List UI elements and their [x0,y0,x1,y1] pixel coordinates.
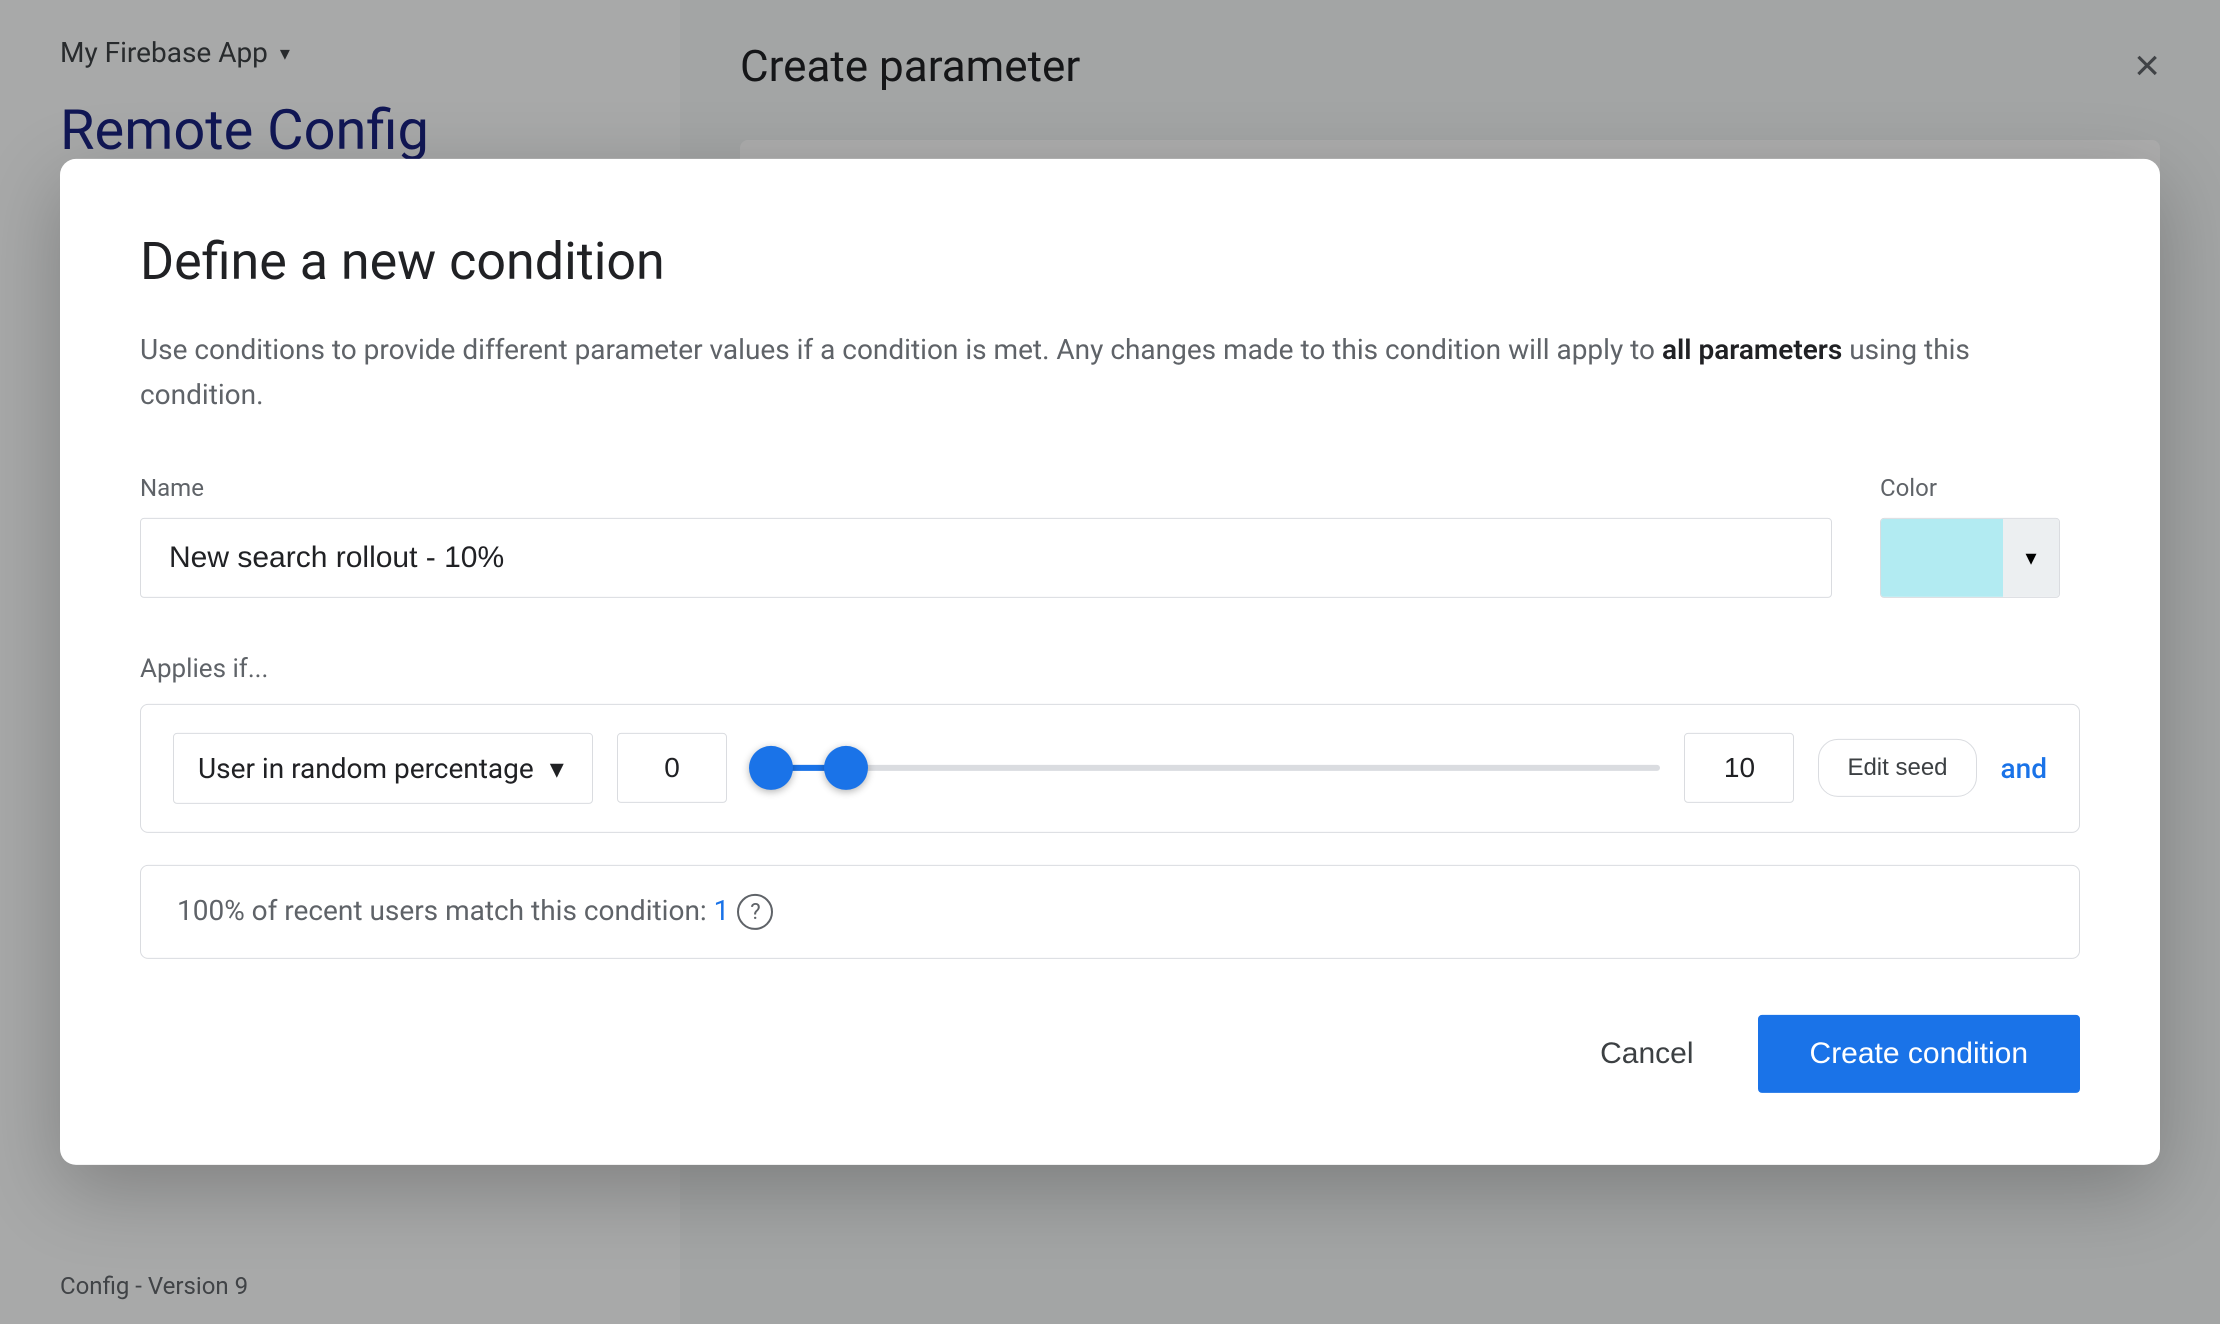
condition-name-label: Name [140,473,1832,501]
percentage-max-input[interactable] [1684,733,1794,803]
match-help-icon[interactable]: ? [737,894,773,930]
condition-type-value: User in random percentage [198,751,534,784]
slider-container [751,740,1660,796]
condition-name-input[interactable] [140,517,1832,597]
match-text: 100% of recent users match this conditio… [177,893,714,926]
define-condition-modal: Define a new condition Use conditions to… [60,159,2160,1165]
match-link[interactable]: 1 [714,893,730,926]
name-color-row: Name Color ▾ [140,473,2080,597]
condition-type-select[interactable]: User in random percentage ▾ [173,732,593,803]
condition-dropdown-arrow: ▾ [550,751,564,784]
condition-color-label: Color [1880,473,2080,501]
modal-footer: Cancel Create condition [140,1015,2080,1093]
condition-row: User in random percentage ▾ 0 Edit seed … [140,703,2080,832]
slider-thumb-right[interactable] [824,746,868,790]
percentage-min-input[interactable]: 0 [617,733,727,803]
applies-if-label: Applies if... [140,653,2080,683]
color-dropdown-button[interactable]: ▾ [2003,518,2059,596]
and-link[interactable]: and [2001,751,2047,784]
modal-desc-part1: Use conditions to provide different para… [140,333,1662,366]
color-swatch [1881,518,2003,596]
match-info-box: 100% of recent users match this conditio… [140,864,2080,959]
slider-thumb-left[interactable] [749,746,793,790]
modal-description: Use conditions to provide different para… [140,328,2080,418]
modal-cancel-button[interactable]: Cancel [1568,1017,1725,1091]
condition-color-field: Color ▾ [1880,473,2080,597]
color-picker[interactable]: ▾ [1880,517,2060,597]
modal-create-button[interactable]: Create condition [1758,1015,2080,1093]
modal-desc-bold: all parameters [1662,333,1842,366]
edit-seed-button[interactable]: Edit seed [1818,739,1976,797]
modal-title: Define a new condition [140,231,2080,292]
slider-track [751,765,1660,771]
condition-name-field: Name [140,473,1832,597]
